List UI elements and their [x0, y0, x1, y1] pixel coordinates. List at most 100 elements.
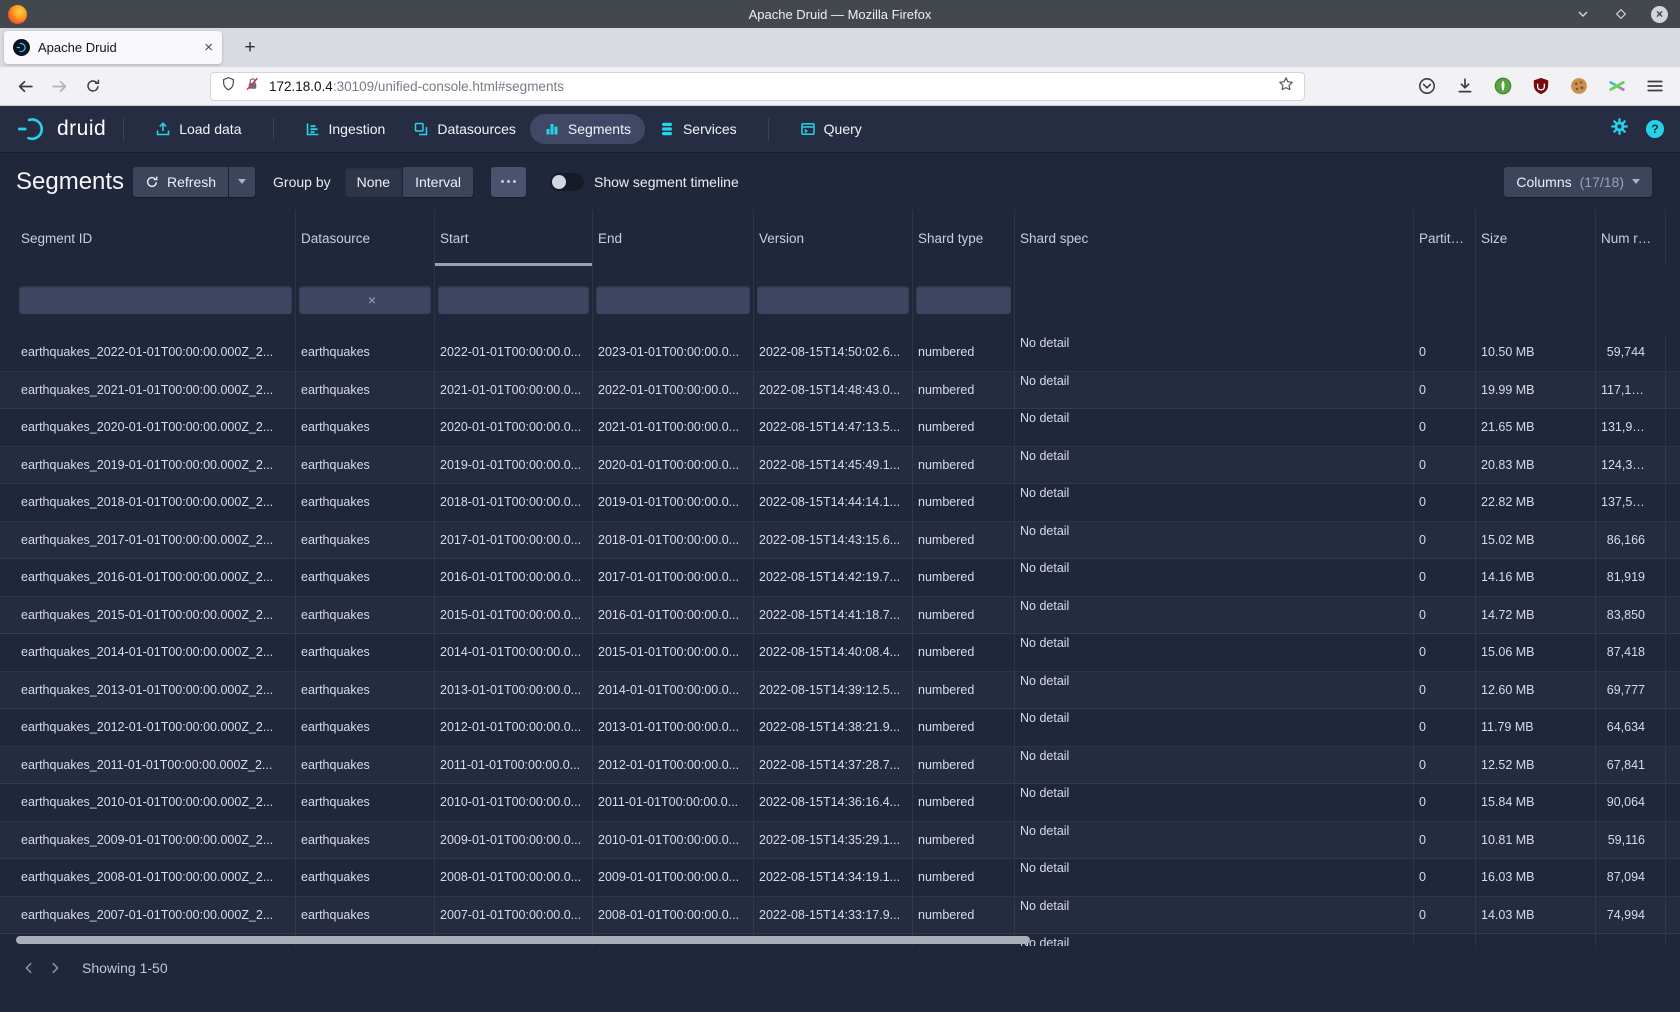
segment-row[interactable]: earthquakes_2020-01-01T00:00:00.000Z_2..…	[0, 409, 1680, 447]
cell-end[interactable]: 2009-01-01T00:00:00.0...	[592, 859, 753, 896]
cell-datasource[interactable]: earthquakes	[295, 522, 434, 559]
cell-segment-id[interactable]: earthquakes_2022-01-01T00:00:00.000Z_2..…	[16, 334, 295, 371]
cell-shard-type[interactable]: numbered	[912, 859, 1014, 896]
filter-input-start[interactable]	[438, 286, 589, 314]
window-maximize-icon[interactable]	[1613, 6, 1629, 22]
cell-shard-spec[interactable]: No detail	[1014, 747, 1413, 784]
filter-input-shard-type[interactable]	[916, 286, 1011, 314]
cell-shard-type[interactable]: numbered	[912, 484, 1014, 521]
cell-end[interactable]: 2013-01-01T00:00:00.0...	[592, 709, 753, 746]
segment-row[interactable]: earthquakes_2010-01-01T00:00:00.000Z_2..…	[0, 784, 1680, 822]
cell-shard-spec[interactable]: No detail	[1014, 784, 1413, 821]
window-close-icon[interactable]: ×	[1651, 6, 1668, 23]
cell-datasource[interactable]: earthquakes	[295, 372, 434, 409]
cell-shard-type[interactable]: numbered	[912, 522, 1014, 559]
cell-end[interactable]: 2012-01-01T00:00:00.0...	[592, 747, 753, 784]
cell-num-rows[interactable]: 90,064	[1595, 784, 1665, 821]
next-page-button[interactable]	[42, 956, 68, 980]
cell-size[interactable]: 15.84 MB	[1475, 784, 1595, 821]
cell-num-rows[interactable]: 67,841	[1595, 747, 1665, 784]
browser-tab[interactable]: Apache Druid ×	[4, 31, 222, 64]
cell-shard-type[interactable]: numbered	[912, 447, 1014, 484]
menu-icon[interactable]	[1645, 77, 1664, 96]
cell-shard-spec[interactable]: No detail	[1014, 634, 1413, 671]
cell-partition[interactable]: 0	[1413, 597, 1475, 634]
ublock-origin-icon[interactable]	[1531, 77, 1550, 96]
cell-size[interactable]: 14.03 MB	[1475, 897, 1595, 934]
cell-datasource[interactable]: earthquakes	[295, 409, 434, 446]
cell-segment-id[interactable]: earthquakes_2010-01-01T00:00:00.000Z_2..…	[16, 784, 295, 821]
cell-datasource[interactable]: earthquakes	[295, 897, 434, 934]
refresh-button[interactable]: Refresh	[133, 167, 228, 197]
help-icon[interactable]: ?	[1646, 120, 1664, 138]
segment-row[interactable]: earthquakes_2018-01-01T00:00:00.000Z_2..…	[0, 484, 1680, 522]
cell-end[interactable]: 2020-01-01T00:00:00.0...	[592, 447, 753, 484]
cell-version[interactable]: 2022-08-15T14:40:08.4...	[753, 634, 912, 671]
cell-datasource[interactable]: earthquakes	[295, 859, 434, 896]
cell-size[interactable]: 14.16 MB	[1475, 559, 1595, 596]
cell-size[interactable]: 22.82 MB	[1475, 484, 1595, 521]
cell-num-rows[interactable]: 131,942	[1595, 409, 1665, 446]
cell-size[interactable]: 12.52 MB	[1475, 747, 1595, 784]
cell-version[interactable]: 2022-08-15T14:48:43.0...	[753, 372, 912, 409]
cell-partition[interactable]: 0	[1413, 859, 1475, 896]
cell-shard-spec[interactable]: No detail	[1014, 334, 1413, 371]
cell-start[interactable]: 2011-01-01T00:00:00.0...	[434, 747, 592, 784]
druid-logo[interactable]: druid	[16, 116, 106, 142]
segment-row[interactable]: earthquakes_2012-01-01T00:00:00.000Z_2..…	[0, 709, 1680, 747]
nav-item-query[interactable]: Query	[786, 114, 876, 144]
cell-partition[interactable]: 0	[1413, 372, 1475, 409]
cell-segment-id[interactable]: earthquakes_2021-01-01T00:00:00.000Z_2..…	[16, 372, 295, 409]
cell-datasource[interactable]: earthquakes	[295, 559, 434, 596]
cell-num-rows[interactable]: 81,919	[1595, 559, 1665, 596]
nav-item-segments[interactable]: Segments	[530, 114, 645, 144]
cell-end[interactable]: 2022-01-01T00:00:00.0...	[592, 372, 753, 409]
cell-segment-id[interactable]: earthquakes_2015-01-01T00:00:00.000Z_2..…	[16, 597, 295, 634]
column-header-num-rows[interactable]: Num rows	[1595, 210, 1665, 266]
cell-version[interactable]: 2022-08-15T14:35:29.1...	[753, 822, 912, 859]
extension-asterisk-icon[interactable]	[1607, 77, 1626, 96]
cell-start[interactable]: 2022-01-01T00:00:00.0...	[434, 334, 592, 371]
cell-shard-type[interactable]: numbered	[912, 634, 1014, 671]
cell-segment-id[interactable]: earthquakes_2020-01-01T00:00:00.000Z_2..…	[16, 409, 295, 446]
column-header-shard-type[interactable]: Shard type	[912, 210, 1014, 266]
cell-shard-spec[interactable]: No detail	[1014, 672, 1413, 709]
cell-version[interactable]: 2022-08-15T14:34:19.1...	[753, 859, 912, 896]
filter-input-version[interactable]	[757, 286, 909, 314]
cell-datasource[interactable]: earthquakes	[295, 747, 434, 784]
cell-start[interactable]: 2021-01-01T00:00:00.0...	[434, 372, 592, 409]
url-bar[interactable]: 172.18.0.4:30109/unified-console.html#se…	[210, 72, 1305, 101]
cell-partition[interactable]: 0	[1413, 484, 1475, 521]
group-by-none-button[interactable]: None	[345, 167, 402, 197]
cell-version[interactable]: 2022-08-15T14:37:28.7...	[753, 747, 912, 784]
cell-size[interactable]: 19.99 MB	[1475, 372, 1595, 409]
cell-start[interactable]: 2018-01-01T00:00:00.0...	[434, 484, 592, 521]
cell-partition[interactable]: 0	[1413, 334, 1475, 371]
cell-size[interactable]: 16.03 MB	[1475, 859, 1595, 896]
cell-num-rows[interactable]: 83,850	[1595, 597, 1665, 634]
cell-shard-spec[interactable]: No detail	[1014, 597, 1413, 634]
cell-start[interactable]: 2016-01-01T00:00:00.0...	[434, 559, 592, 596]
column-header-partition[interactable]: Partition	[1413, 210, 1475, 266]
cell-version[interactable]: 2022-08-15T14:41:18.7...	[753, 597, 912, 634]
segment-row[interactable]: earthquakes_2007-01-01T00:00:00.000Z_2..…	[0, 897, 1680, 935]
cell-segment-id[interactable]: earthquakes_2019-01-01T00:00:00.000Z_2..…	[16, 447, 295, 484]
cell-size[interactable]: 10.81 MB	[1475, 822, 1595, 859]
cell-segment-id[interactable]: earthquakes_2017-01-01T00:00:00.000Z_2..…	[16, 522, 295, 559]
cell-partition[interactable]: 0	[1413, 672, 1475, 709]
segment-row[interactable]: earthquakes_2013-01-01T00:00:00.000Z_2..…	[0, 672, 1680, 710]
column-header-datasource[interactable]: Datasource	[295, 210, 434, 266]
cell-datasource[interactable]: earthquakes	[295, 709, 434, 746]
window-minimize-icon[interactable]	[1575, 6, 1591, 22]
cell-shard-type[interactable]: numbered	[912, 822, 1014, 859]
cell-shard-spec[interactable]: No detail	[1014, 859, 1413, 896]
cell-start[interactable]: 2008-01-01T00:00:00.0...	[434, 859, 592, 896]
cell-version[interactable]: 2022-08-15T14:43:15.6...	[753, 522, 912, 559]
cell-size[interactable]: 12.60 MB	[1475, 672, 1595, 709]
cell-size[interactable]: 14.72 MB	[1475, 597, 1595, 634]
cell-num-rows[interactable]: 59,744	[1595, 334, 1665, 371]
cell-shard-type[interactable]: numbered	[912, 747, 1014, 784]
cell-shard-type[interactable]: numbered	[912, 897, 1014, 934]
column-header-start[interactable]: Start	[434, 210, 592, 266]
cell-size[interactable]: 10.50 MB	[1475, 334, 1595, 371]
